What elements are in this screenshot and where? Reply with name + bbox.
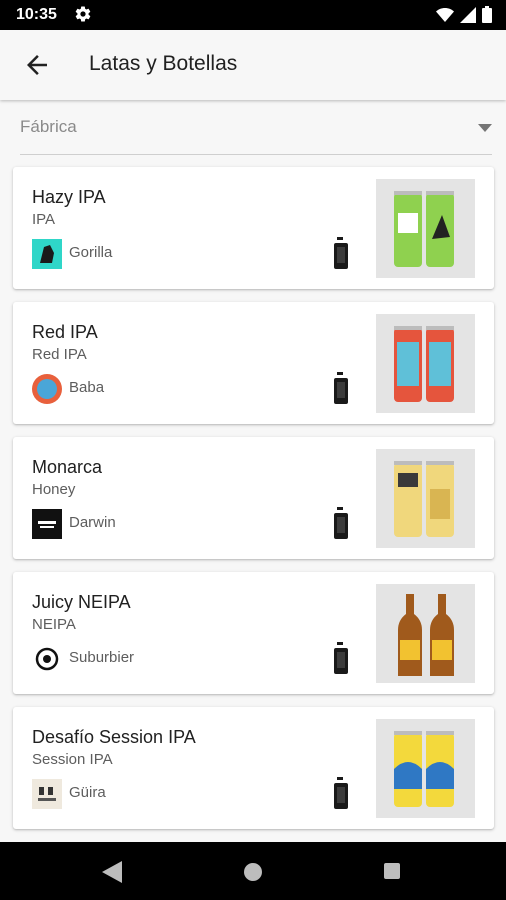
beer-style: IPA — [32, 211, 56, 228]
wifi-icon — [436, 7, 454, 22]
battery-icon — [482, 6, 492, 23]
brewery-logo — [32, 509, 62, 539]
beer-card[interactable]: Hazy IPA IPA Gorilla — [13, 167, 494, 289]
back-arrow-icon[interactable] — [22, 50, 52, 80]
brewery-logo — [32, 374, 62, 404]
beer-name: Red IPA — [32, 322, 98, 342]
beer-style: Red IPA — [32, 346, 87, 363]
status-indicators — [436, 6, 492, 23]
can-icon — [334, 642, 348, 674]
beer-style: Session IPA — [32, 751, 113, 768]
product-photo — [376, 314, 475, 413]
status-bar: 10:35 — [0, 0, 506, 30]
filter-label: Fábrica — [20, 117, 77, 136]
brewery-name: Güira — [69, 784, 106, 801]
brewery-name: Suburbier — [69, 649, 135, 666]
beer-card[interactable]: Desafío Session IPA Session IPA Güira — [13, 707, 494, 829]
can-icon — [334, 372, 348, 404]
signal-icon — [460, 6, 476, 23]
brewery-name: Darwin — [69, 514, 116, 531]
beer-name: Monarca — [32, 457, 103, 477]
app-bar: Latas y Botellas — [0, 30, 506, 100]
system-navigation-bar — [0, 842, 506, 900]
product-photo — [376, 449, 475, 548]
beer-name: Hazy IPA — [32, 187, 106, 207]
beer-style: Honey — [32, 481, 76, 498]
status-time: 10:35 — [16, 6, 57, 23]
product-photo — [376, 719, 475, 818]
beer-card[interactable]: Red IPA Red IPA Baba — [13, 302, 494, 424]
beer-name: Juicy NEIPA — [32, 592, 131, 612]
product-photo — [376, 179, 475, 278]
can-icon — [334, 507, 348, 539]
can-icon — [334, 237, 348, 269]
brewery-filter-dropdown[interactable]: Fábrica — [20, 110, 492, 155]
page-title: Latas y Botellas — [89, 52, 238, 75]
brewery-logo — [32, 239, 62, 269]
brewery-name: Gorilla — [69, 244, 113, 261]
product-photo — [376, 584, 475, 683]
beer-style: NEIPA — [32, 616, 76, 633]
settings-gear-icon — [75, 6, 91, 22]
nav-home-icon[interactable] — [244, 863, 262, 881]
dropdown-arrow-icon — [478, 124, 492, 132]
can-icon — [334, 777, 348, 809]
brewery-logo — [32, 779, 62, 809]
nav-recents-icon[interactable] — [384, 863, 400, 879]
brewery-logo — [32, 644, 62, 674]
beer-card[interactable]: Monarca Honey Darwin — [13, 437, 494, 559]
nav-back-icon[interactable] — [102, 861, 122, 883]
beer-card[interactable]: Juicy NEIPA NEIPA Suburbier — [13, 572, 494, 694]
beer-name: Desafío Session IPA — [32, 727, 196, 747]
brewery-name: Baba — [69, 379, 105, 396]
